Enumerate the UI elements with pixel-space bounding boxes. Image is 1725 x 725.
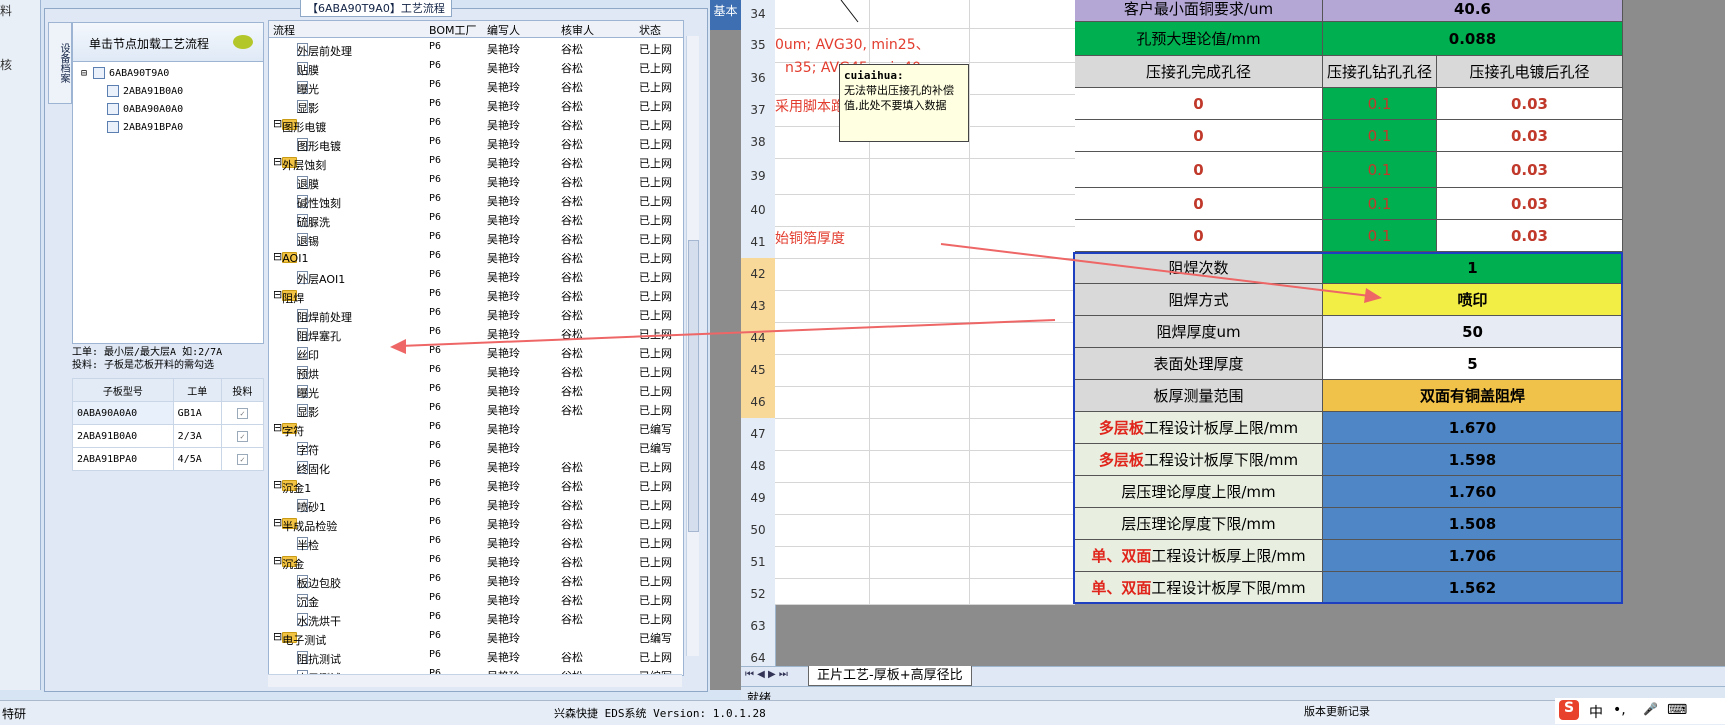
version-label: 兴森快捷 EDS系统 Version: 1.0.1.28 bbox=[554, 707, 766, 720]
bottom-left-label: 特研 bbox=[2, 707, 27, 721]
update-log-link[interactable]: 版本更新记录 bbox=[1304, 703, 1370, 719]
sheet-tab-active[interactable]: 正片工艺-厚板+高厚径比 bbox=[808, 666, 972, 686]
tab-nav-arrows[interactable]: ⏮ ◀ ▶ ⏭ bbox=[745, 669, 788, 680]
app-bottom-bar: 特研 兴森快捷 EDS系统 Version: 1.0.1.28 版本更新记录 bbox=[0, 700, 1725, 725]
keyboard-icon[interactable]: ⌨ bbox=[1667, 702, 1687, 718]
ime-chinese-mode[interactable]: 中 bbox=[1589, 702, 1603, 722]
microphone-icon[interactable]: 🎤 bbox=[1643, 702, 1658, 716]
sogou-icon[interactable]: S bbox=[1559, 700, 1579, 720]
annotation-arrows bbox=[390, 0, 1382, 354]
ime-toolbar: S 中 •, 🎤 ⌨ bbox=[1555, 698, 1725, 724]
ime-punct-icon[interactable]: •, bbox=[1613, 702, 1626, 718]
